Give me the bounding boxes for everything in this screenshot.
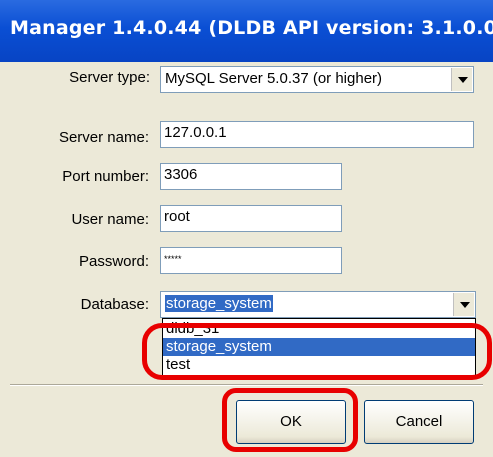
cancel-button[interactable]: Cancel [364, 400, 474, 444]
server-type-value: MySQL Server 5.0.37 (or higher) [165, 70, 383, 87]
port-number-label: Port number: [62, 168, 149, 185]
database-value: storage_system [165, 295, 273, 312]
server-type-dropdown-button[interactable] [451, 68, 472, 91]
port-number-input[interactable]: 3306 [160, 163, 342, 190]
chevron-down-icon [458, 77, 468, 83]
window-title: Manager 1.4.0.44 (DLDB API version: 3.1.… [10, 17, 493, 39]
user-name-label: User name: [71, 211, 149, 228]
user-name-input[interactable]: root [160, 205, 342, 232]
server-name-input[interactable]: 127.0.0.1 [160, 121, 474, 148]
database-select[interactable]: storage_system [160, 291, 476, 318]
manager-dialog: Manager 1.4.0.44 (DLDB API version: 3.1.… [0, 0, 493, 457]
title-bar[interactable]: Manager 1.4.0.44 (DLDB API version: 3.1.… [0, 0, 493, 62]
password-input[interactable]: ***** [160, 247, 342, 274]
password-label: Password: [78, 253, 149, 270]
highlight-annotation-ok [222, 388, 358, 452]
database-label: Database: [80, 296, 149, 313]
highlight-annotation-dropdown [142, 323, 492, 380]
database-dropdown-button[interactable] [453, 293, 474, 316]
chevron-down-icon [460, 302, 470, 308]
server-type-label: Server type: [69, 69, 150, 86]
database-selected-text: storage_system [165, 295, 273, 312]
server-name-label: Server name: [58, 129, 149, 146]
server-type-select[interactable]: MySQL Server 5.0.37 (or higher) [160, 66, 474, 93]
separator [10, 384, 483, 386]
